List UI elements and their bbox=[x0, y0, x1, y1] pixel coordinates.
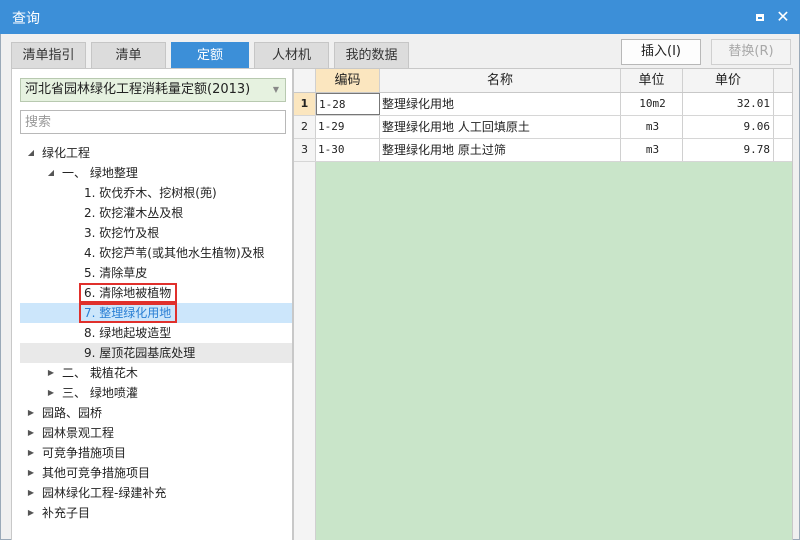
tree-node-competitive-measures[interactable]: ▶ 可竞争措施项目 bbox=[12, 443, 292, 463]
tree-node-label: 绿化工程 bbox=[42, 146, 91, 160]
chevron-down-icon: ▼ bbox=[272, 85, 279, 94]
tree-node-label: 5. 清除草皮 bbox=[84, 266, 148, 280]
cell-name[interactable]: 整理绿化用地 人工回填原土 bbox=[380, 116, 621, 138]
tab-quota[interactable]: 定额 bbox=[171, 42, 249, 68]
row-number: 3 bbox=[294, 139, 316, 161]
corner-cell bbox=[294, 69, 316, 92]
tab-my-data[interactable]: 我的数据 bbox=[334, 42, 409, 68]
quota-library-select[interactable]: 河北省园林绿化工程消耗量定额(2013) ▼ bbox=[20, 78, 286, 102]
tree-node-site-prep[interactable]: ◢ 一、 绿地整理 bbox=[12, 163, 292, 183]
tab-list[interactable]: 清单 bbox=[91, 42, 166, 68]
tree-node-label: 2. 砍挖灌木丛及根 bbox=[84, 206, 184, 220]
cell-price[interactable]: 32.01 bbox=[683, 93, 774, 115]
search-input[interactable] bbox=[20, 110, 286, 134]
collapse-icon[interactable]: ◢ bbox=[46, 163, 56, 183]
tree-node-roads-bridges[interactable]: ▶ 园路、园桥 bbox=[12, 403, 292, 423]
expand-icon[interactable]: ▶ bbox=[26, 423, 36, 443]
tree-node-greening[interactable]: ◢ 绿化工程 bbox=[12, 143, 292, 163]
column-header-name[interactable]: 名称 bbox=[380, 69, 621, 92]
tree-node-label: 园路、园桥 bbox=[42, 406, 103, 420]
column-header-code[interactable]: 编码 bbox=[316, 69, 380, 92]
tree-node-label: 园林景观工程 bbox=[42, 426, 115, 440]
expand-icon[interactable]: ▶ bbox=[26, 443, 36, 463]
cell-code[interactable]: 1-28 bbox=[316, 93, 380, 115]
tree-leaf-1[interactable]: 1. 砍伐乔木、挖树根(蔸) bbox=[12, 183, 292, 203]
tree-node-other-measures[interactable]: ▶ 其他可竞争措施项目 bbox=[12, 463, 292, 483]
title-bar: 查询 ✕ bbox=[0, 0, 800, 34]
tree-node-label: 8. 绿地起坡造型 bbox=[84, 326, 172, 340]
cell-price[interactable]: 9.06 bbox=[683, 116, 774, 138]
query-dialog: 清单指引 清单 定额 人材机 我的数据 插入(I) 替换(R) 河北省园林绿化工… bbox=[0, 34, 800, 540]
cell-unit[interactable]: m3 bbox=[621, 139, 683, 161]
close-icon[interactable]: ✕ bbox=[773, 7, 793, 27]
table-header: 编码 名称 单位 单价 bbox=[294, 69, 792, 93]
expand-icon[interactable]: ▶ bbox=[46, 363, 56, 383]
column-header-price[interactable]: 单价 bbox=[683, 69, 774, 92]
cell-unit[interactable]: m3 bbox=[621, 116, 683, 138]
tree-node-irrigation[interactable]: ▶ 三、 绿地喷灌 bbox=[12, 383, 292, 403]
tree-leaf-7-selected[interactable]: 7. 整理绿化用地 bbox=[20, 303, 292, 323]
tree-leaf-2[interactable]: 2. 砍挖灌木丛及根 bbox=[12, 203, 292, 223]
cell-code[interactable]: 1-30 bbox=[316, 139, 380, 161]
tree-leaf-3[interactable]: 3. 砍挖竹及根 bbox=[12, 223, 292, 243]
quota-tree-panel: 河北省园林绿化工程消耗量定额(2013) ▼ ◢ 绿化工程 ◢ 一、 绿地整理 … bbox=[11, 68, 293, 540]
quota-tree: ◢ 绿化工程 ◢ 一、 绿地整理 1. 砍伐乔木、挖树根(蔸) 2. 砍挖灌木丛… bbox=[12, 143, 292, 523]
table-row[interactable]: 1 1-28 整理绿化用地 10m2 32.01 bbox=[294, 93, 792, 116]
tree-node-label: 可竞争措施项目 bbox=[42, 446, 127, 460]
tree-node-label: 补充子目 bbox=[42, 506, 91, 520]
quota-library-value: 河北省园林绿化工程消耗量定额(2013) bbox=[25, 82, 251, 97]
tree-node-supplementary[interactable]: ▶ 补充子目 bbox=[12, 503, 292, 523]
replace-button[interactable]: 替换(R) bbox=[711, 39, 791, 65]
window-title: 查询 bbox=[12, 11, 40, 27]
row-number: 1 bbox=[294, 93, 316, 115]
tree-leaf-6[interactable]: 6. 清除地被植物 bbox=[12, 283, 292, 303]
tree-node-green-building[interactable]: ▶ 园林绿化工程-绿建补充 bbox=[12, 483, 292, 503]
expand-icon[interactable]: ▶ bbox=[26, 503, 36, 523]
tree-node-label: 其他可竞争措施项目 bbox=[42, 466, 151, 480]
maximize-icon[interactable] bbox=[750, 7, 770, 27]
quota-table: 编码 名称 单位 单价 1 1-28 整理绿化用地 10m2 32.01 2 1… bbox=[293, 68, 793, 540]
tree-node-label: 6. 清除地被植物 bbox=[84, 286, 172, 300]
tree-node-label: 一、 绿地整理 bbox=[62, 166, 138, 180]
column-header-unit[interactable]: 单位 bbox=[621, 69, 683, 92]
tree-leaf-5[interactable]: 5. 清除草皮 bbox=[12, 263, 292, 283]
tree-node-label: 二、 栽植花木 bbox=[62, 366, 138, 380]
cell-unit[interactable]: 10m2 bbox=[621, 93, 683, 115]
tab-list-guide[interactable]: 清单指引 bbox=[11, 42, 86, 68]
expand-icon[interactable]: ▶ bbox=[46, 383, 56, 403]
table-row[interactable]: 3 1-30 整理绿化用地 原土过筛 m3 9.78 bbox=[294, 139, 792, 162]
tree-node-label: 三、 绿地喷灌 bbox=[62, 386, 138, 400]
tree-leaf-8[interactable]: 8. 绿地起坡造型 bbox=[12, 323, 292, 343]
tree-leaf-9[interactable]: 9. 屋顶花园基底处理 bbox=[20, 343, 292, 363]
tree-node-label: 7. 整理绿化用地 bbox=[84, 306, 172, 320]
table-row[interactable]: 2 1-29 整理绿化用地 人工回填原土 m3 9.06 bbox=[294, 116, 792, 139]
cell-name[interactable]: 整理绿化用地 原土过筛 bbox=[380, 139, 621, 161]
cell-code[interactable]: 1-29 bbox=[316, 116, 380, 138]
tree-node-label: 园林绿化工程-绿建补充 bbox=[42, 486, 167, 500]
row-number: 2 bbox=[294, 116, 316, 138]
tree-node-label: 9. 屋顶花园基底处理 bbox=[84, 346, 196, 360]
tree-node-landscape[interactable]: ▶ 园林景观工程 bbox=[12, 423, 292, 443]
cell-name[interactable]: 整理绿化用地 bbox=[380, 93, 621, 115]
tree-node-label: 1. 砍伐乔木、挖树根(蔸) bbox=[84, 186, 217, 200]
collapse-icon[interactable]: ◢ bbox=[26, 143, 36, 163]
tree-node-label: 3. 砍挖竹及根 bbox=[84, 226, 160, 240]
insert-button[interactable]: 插入(I) bbox=[621, 39, 701, 65]
expand-icon[interactable]: ▶ bbox=[26, 463, 36, 483]
tree-leaf-4[interactable]: 4. 砍挖芦苇(或其他水生植物)及根 bbox=[12, 243, 292, 263]
tab-labor-material-machine[interactable]: 人材机 bbox=[254, 42, 329, 68]
tree-node-planting[interactable]: ▶ 二、 栽植花木 bbox=[12, 363, 292, 383]
expand-icon[interactable]: ▶ bbox=[26, 403, 36, 423]
cell-price[interactable]: 9.78 bbox=[683, 139, 774, 161]
expand-icon[interactable]: ▶ bbox=[26, 483, 36, 503]
tree-node-label: 4. 砍挖芦苇(或其他水生植物)及根 bbox=[84, 246, 265, 260]
